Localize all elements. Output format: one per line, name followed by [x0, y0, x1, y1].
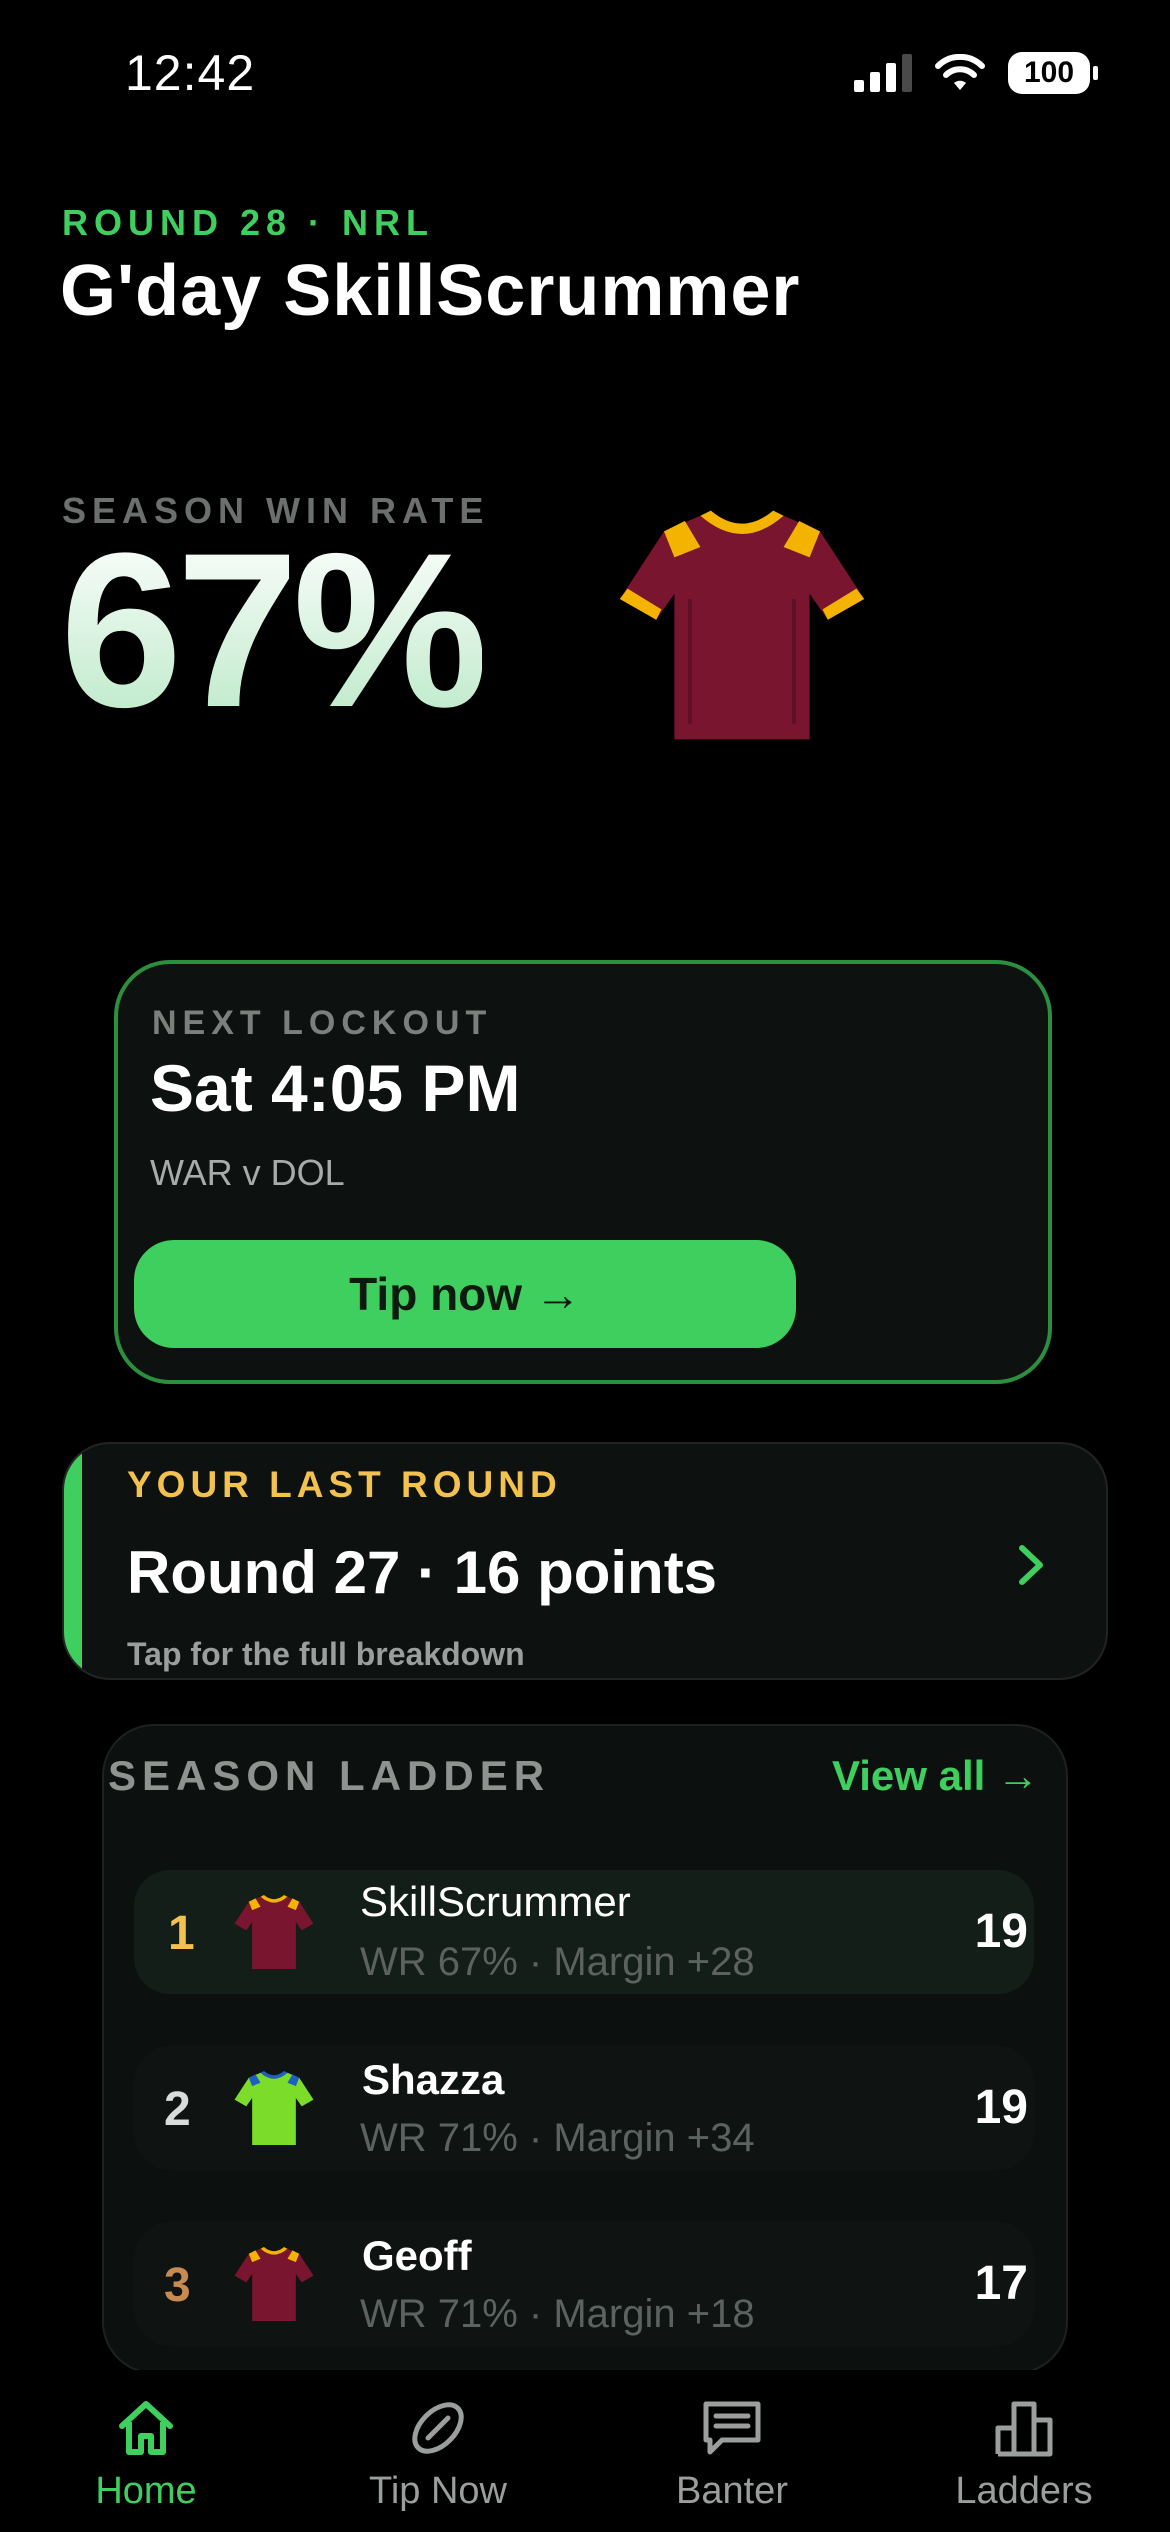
ladder-rank: 1 — [168, 1907, 195, 1960]
home-icon — [119, 2401, 173, 2455]
tab-ladders[interactable]: Ladders — [914, 2396, 1134, 2513]
ladder-player-meta: WR 67% · Margin +28 — [360, 1940, 755, 1984]
ladder-player-name: SkillScrummer — [360, 1878, 631, 1925]
chevron-right-icon[interactable] — [1014, 1540, 1048, 1590]
last-round-accent-bar — [64, 1444, 82, 1678]
team-jersey-icon — [234, 1895, 314, 1969]
team-jersey-icon — [234, 2071, 314, 2145]
battery-level: 100 — [1023, 56, 1075, 89]
view-all-link[interactable]: View all → — [832, 1752, 1039, 1800]
last-round-title: Round 27 · 16 points — [127, 1539, 718, 1606]
tab-banter[interactable]: Banter — [622, 2396, 842, 2513]
last-round-label: YOUR LAST ROUND — [127, 1464, 562, 1505]
greeting-title: G'day SkillScrummer — [60, 251, 801, 331]
tab-label: Home — [95, 2470, 197, 2512]
battery-indicator: 100 — [1008, 52, 1098, 94]
ladder-player-name: Geoff — [362, 2232, 472, 2279]
win-rate-value: 67% — [60, 507, 488, 753]
ladder-score: 19 — [974, 2081, 1028, 2134]
lockout-match: WAR v DOL — [150, 1152, 345, 1193]
tab-home[interactable]: Home — [36, 2396, 256, 2513]
ladder-rank: 2 — [164, 2083, 191, 2136]
ladder-player-name: Shazza — [362, 2056, 505, 2103]
football-icon — [412, 2402, 464, 2454]
lockout-time: Sat 4:05 PM — [150, 1051, 521, 1125]
ladder-title: SEASON LADDER — [108, 1752, 551, 1799]
tab-tip-now[interactable]: Tip Now — [328, 2396, 548, 2513]
ladder-player-meta: WR 71% · Margin +18 — [360, 2292, 755, 2336]
ladder-player-meta: WR 71% · Margin +34 — [360, 2116, 755, 2160]
wifi-icon — [935, 54, 985, 90]
tab-label: Ladders — [955, 2470, 1093, 2512]
ladder-score: 17 — [974, 2257, 1028, 2310]
round-label: ROUND 28 · NRL — [62, 202, 435, 243]
ladder-score: 19 — [974, 1905, 1028, 1958]
cellular-signal-icon — [854, 54, 912, 92]
chat-icon — [703, 2401, 761, 2455]
ladder-chart-icon — [995, 2401, 1053, 2457]
tip-now-button[interactable]: Tip now → — [134, 1240, 796, 1348]
status-icons: 100 — [854, 52, 1098, 94]
lockout-label: NEXT LOCKOUT — [152, 1004, 493, 1042]
last-round-subtitle: Tap for the full breakdown — [127, 1636, 525, 1672]
team-jersey-icon — [234, 2247, 314, 2321]
tab-label: Tip Now — [369, 2470, 507, 2512]
status-time: 12:42 — [125, 45, 256, 101]
ladder-rank: 3 — [164, 2259, 191, 2312]
tab-label: Banter — [676, 2470, 788, 2512]
team-jersey-icon — [619, 510, 865, 740]
